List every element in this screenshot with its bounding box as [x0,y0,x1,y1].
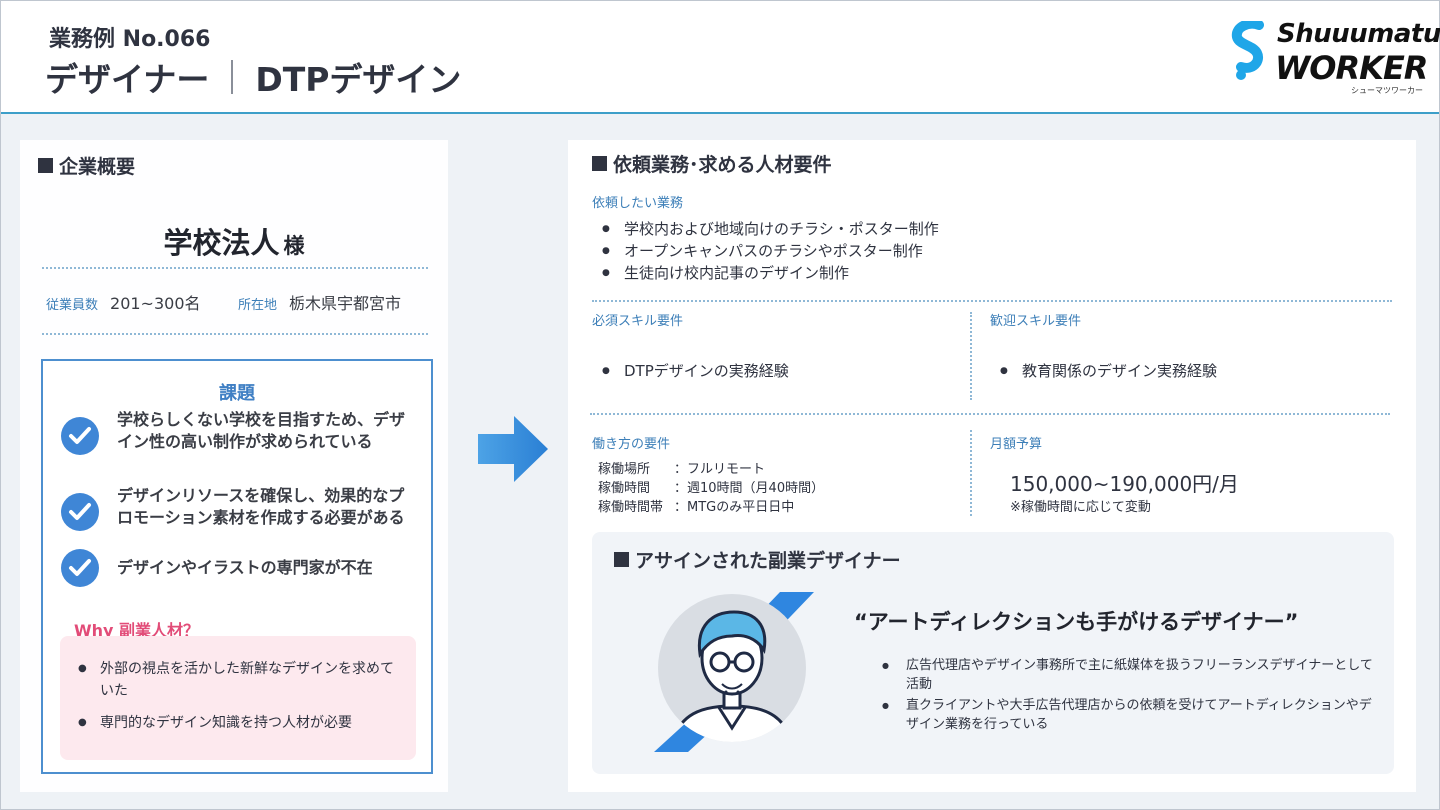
work-row: 稼働時間帯 ：MTGのみ平日日中 [598,500,795,515]
list-item: 学校内および地域向けのチラシ・ポスター制作 [600,218,939,240]
request-panel: 依頼業務･求める人材要件 依頼したい業務 学校内および地域向けのチラシ・ポスター… [568,140,1416,792]
logo-word-shuuumatu: Shuuumatu [1277,19,1440,49]
list-item: 教育関係のデザイン実務経験 [998,360,1217,382]
checkmark-icon [61,417,99,455]
designer-profile-list: 広告代理店やデザイン事務所で主に紙媒体を扱うフリーランスデザイナーとして活動 直… [882,656,1382,736]
employees-info: 従業員数 201~300名 [46,294,201,313]
list-item: 直クライアントや大手広告代理店からの依頼を受けてアートディレクションやデザイン業… [882,696,1382,734]
brand-logo: Shuuumatu WORKER シューマツワーカー [1229,19,1440,99]
tasks-label: 依頼したい業務 [592,196,684,211]
company-overview-panel: 企業概要 学校法人様 従業員数 201~300名 所在地 栃木県宇都宮市 課題 … [20,140,448,792]
required-skills-label: 必須スキル要件 [592,314,684,329]
required-skills-list: DTPデザインの実務経験 [600,360,789,382]
page-title: デザイナー DTPデザイン [45,53,461,101]
work-style-label: 働き方の要件 [592,437,671,452]
request-section-title: 依頼業務･求める人材要件 [592,150,832,177]
work-row: 稼働場所 ：フルリモート [598,462,766,477]
why-box: 外部の視点を活かした新鮮なデザインを求めていた 専門的なデザイン知識を持つ人材が… [60,636,416,760]
company-name: 学校法人様 [163,226,305,260]
issues-box: 課題 学校らしくない学校を目指すため、デザイン性の高い制作が求められている デザ… [41,359,433,774]
divider [592,300,1392,302]
location-info: 所在地 栃木県宇都宮市 [238,294,402,313]
divider [42,333,428,335]
work-style-conditions: 稼働場所 ：フルリモート 稼働時間 ：週10時間（月40時間） 稼働時間帯 ：MTGの… [598,460,824,517]
assigned-designer-box: アサインされた副業デザイナー “アートディレクションも手がけるデザイナー” ● … [592,532,1394,774]
work-row: 稼働時間 ：週10時間（月40時間） [598,481,825,496]
right-arrow-icon [478,416,548,482]
checkmark-icon [61,549,99,587]
divider [42,267,428,269]
assigned-section-title: アサインされた副業デザイナー [614,546,901,573]
budget-label: 月額予算 [990,437,1043,452]
list-item: 専門的なデザイン知識を持つ人材が必要 [78,712,400,734]
case-number: 業務例 No.066 [49,27,211,52]
checkmark-icon [61,493,99,531]
list-item: 広告代理店やデザイン事務所で主に紙媒体を扱うフリーランスデザイナーとして活動 [882,656,1382,694]
list-item: DTPデザインの実務経験 [600,360,789,382]
list-item: オープンキャンパスのチラシやポスター制作 [600,240,939,262]
issue-item: 学校らしくない学校を目指すため、デザイン性の高い制作が求められている [61,409,411,455]
budget-value: 150,000~190,000円/月 [1010,472,1239,496]
square-bullet-icon [592,156,607,171]
tasks-list: 学校内および地域向けのチラシ・ポスター制作 オープンキャンパスのチラシやポスター… [600,218,939,284]
title-divider [231,60,234,94]
issues-title: 課題 [219,383,255,404]
header: 業務例 No.066 デザイナー DTPデザイン Shuuumatu WORKE… [1,1,1440,114]
square-bullet-icon [614,552,629,567]
title-role: デザイナー [45,60,210,99]
company-section-title: 企業概要 [38,152,135,179]
welcome-skills-label: 歓迎スキル要件 [990,314,1082,329]
designer-quote: “アートディレクションも手がけるデザイナー” [854,610,1299,634]
logo-mark-icon [1231,21,1264,80]
designer-avatar [654,592,814,752]
logo-word-worker: WORKER [1275,49,1428,87]
issue-item: デザインやイラストの専門家が不在 [61,549,411,587]
welcome-skills-list: 教育関係のデザイン実務経験 [998,360,1217,382]
budget-note: ※稼働時間に応じて変動 [1010,500,1151,515]
title-specialty: DTPデザイン [255,60,462,99]
divider [970,430,972,516]
divider [970,312,972,400]
list-item: 外部の視点を活かした新鮮なデザインを求めていた [78,658,400,702]
why-list: 外部の視点を活かした新鮮なデザインを求めていた 専門的なデザイン知識を持つ人材が… [78,658,400,744]
logo-kana: シューマツワーカー [1351,86,1423,95]
issue-item: デザインリソースを確保し、効果的なプロモーション素材を作成する必要がある [61,485,411,531]
divider [590,413,1390,415]
square-bullet-icon [38,158,53,173]
list-item: 生徒向け校内記事のデザイン制作 [600,262,939,284]
